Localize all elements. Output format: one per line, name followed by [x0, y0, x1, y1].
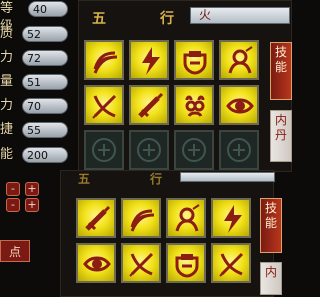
skill-slot[interactable] — [129, 85, 169, 125]
empty-slot-emblem-icon — [182, 138, 206, 162]
wuxing-label-1: 五 — [92, 11, 106, 27]
points-label: 点 — [9, 245, 22, 259]
stat-value: 51 — [22, 74, 68, 90]
empty-slot-emblem-icon — [227, 138, 251, 162]
tab-inner-pill-bottom[interactable]: 内 — [260, 262, 282, 295]
plus-button-1[interactable]: + — [25, 182, 39, 196]
skill-slot[interactable] — [76, 243, 116, 283]
tab-inner-pill-top[interactable]: 内 丹 — [270, 110, 292, 162]
stat-value: 70 — [22, 98, 68, 114]
stat-label: 质 — [0, 26, 14, 41]
tab-skills-top[interactable]: 技 能 — [270, 42, 292, 100]
lower-wuxing-2: 行 — [150, 172, 163, 186]
skill-slot[interactable] — [211, 243, 251, 283]
stat-label: 量 — [0, 74, 14, 89]
stat-value: 55 — [22, 122, 68, 138]
stat-label: 捷 — [0, 122, 14, 137]
skill-slot[interactable] — [219, 40, 259, 80]
stat-value: 52 — [22, 26, 68, 42]
plus-button-2[interactable]: + — [25, 198, 39, 212]
wuxing-label-2: 行 — [160, 11, 174, 27]
skill-slot[interactable] — [166, 243, 206, 283]
tab-skills-bottom[interactable]: 技 能 — [260, 198, 282, 253]
skill-slot[interactable] — [121, 198, 161, 238]
lower-element-field — [180, 172, 275, 182]
points-button[interactable]: 点 — [0, 240, 30, 262]
empty-skill-slot[interactable] — [84, 130, 124, 170]
skill-slot[interactable] — [211, 198, 251, 238]
empty-slot-emblem-icon — [92, 138, 116, 162]
stat-label: 力 — [0, 98, 14, 113]
stat-value: 40 — [28, 1, 68, 17]
empty-skill-slot[interactable] — [129, 130, 169, 170]
empty-skill-slot[interactable] — [174, 130, 214, 170]
stat-label: 力 — [0, 50, 14, 65]
stat-value: 72 — [22, 50, 68, 66]
stat-label: 能 — [0, 147, 14, 162]
skill-slot[interactable] — [84, 85, 124, 125]
skill-slot[interactable] — [121, 243, 161, 283]
empty-slot-emblem-icon — [137, 138, 161, 162]
lower-wuxing-1: 五 — [78, 172, 91, 186]
element-field: 火 — [190, 7, 290, 24]
minus-button-2[interactable]: - — [6, 198, 20, 212]
empty-skill-slot[interactable] — [219, 130, 259, 170]
skill-slot[interactable] — [219, 85, 259, 125]
skill-slot[interactable] — [84, 40, 124, 80]
skill-slot[interactable] — [129, 40, 169, 80]
stat-value: 200 — [22, 147, 68, 163]
skill-slot[interactable] — [166, 198, 206, 238]
minus-button-1[interactable]: - — [6, 182, 20, 196]
skill-slot[interactable] — [174, 40, 214, 80]
skill-slot[interactable] — [76, 198, 116, 238]
skill-slot[interactable] — [174, 85, 214, 125]
